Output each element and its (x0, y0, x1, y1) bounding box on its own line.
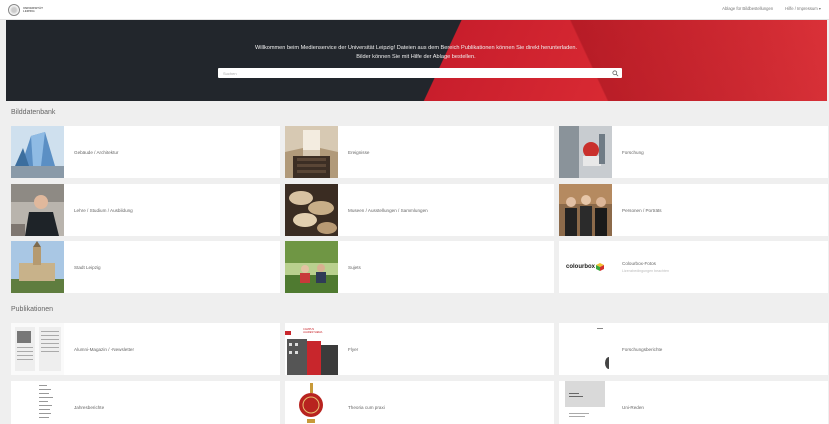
thumb-flyer: CAMPUS JAHRESTHEMA (285, 323, 338, 375)
help-imprint-menu[interactable]: Hilfe / Impressum ▾ (785, 6, 821, 11)
card-label: Colourbox-Fotos (622, 261, 656, 266)
category-card-gebaeude[interactable]: Gebäude / Architektur (11, 126, 280, 178)
logo-text: UNIVERSITÄT LEIPZIG (23, 5, 44, 13)
thumb-uni-reden (559, 381, 612, 424)
top-bar: UNIVERSITÄT LEIPZIG Ablage für Bildbeste… (0, 0, 829, 20)
colourbox-logo: colourbox (559, 241, 612, 293)
top-links: Ablage für Bildbestellungen Hilfe / Impr… (722, 6, 821, 11)
thumb-jahresberichte (11, 381, 64, 424)
publication-card-forschungsberichte[interactable]: Forschungsberichte (559, 323, 828, 375)
category-card-museen[interactable]: Museen / Ausstellungen / Sammlungen (285, 184, 554, 236)
seal-icon (8, 4, 20, 16)
category-card-lehre[interactable]: Lehre / Studium / Ausbildung (11, 184, 280, 236)
publication-card-uni-reden[interactable]: Uni-Reden (559, 381, 828, 424)
card-label: Personen / Porträts (622, 207, 662, 213)
section-title-bilddatenbank: Bilddatenbank (11, 109, 56, 116)
thumb-sujets (285, 241, 338, 293)
category-card-personen[interactable]: Personen / Porträts (559, 184, 828, 236)
search-placeholder: Suchen (223, 70, 237, 76)
welcome-text: Willkommen beim Medienservice der Univer… (166, 44, 666, 62)
card-label: Flyer (348, 346, 359, 352)
order-basket-link[interactable]: Ablage für Bildbestellungen (722, 6, 773, 11)
card-label: Theoria cum praxi (348, 404, 385, 410)
category-card-ereignisse[interactable]: Ereignisse (285, 126, 554, 178)
welcome-line-1: Willkommen beim Medienservice der Univer… (254, 45, 578, 51)
section-title-publikationen: Publikationen (11, 306, 54, 313)
card-label: Ereignisse (348, 149, 370, 155)
hero-banner: Willkommen beim Medienservice der Univer… (6, 20, 827, 101)
card-label: Gebäude / Architektur (74, 149, 119, 155)
card-label: Museen / Ausstellungen / Sammlungen (348, 207, 428, 213)
thumb-gebaeude (11, 126, 64, 178)
card-label: Alumni-Magazin / -Newsletter (74, 346, 134, 352)
category-card-stadt-leipzig[interactable]: Stadt Leipzig (11, 241, 280, 293)
colourbox-cube-icon (596, 263, 604, 271)
publication-card-theoria[interactable]: Theoria cum praxi (285, 381, 554, 424)
category-card-forschung[interactable]: Forschung (559, 126, 828, 178)
card-sublabel: Lizenzbedingungen beachten (622, 269, 669, 273)
colourbox-logo-text: colourbox (565, 264, 595, 270)
card-label: Sujets (348, 264, 361, 270)
thumb-forschung (559, 126, 612, 178)
thumb-museen (285, 184, 338, 236)
thumb-theoria (285, 381, 338, 424)
publication-card-flyer[interactable]: CAMPUS JAHRESTHEMA Flyer (285, 323, 554, 375)
thumb-stadt-leipzig (11, 241, 64, 293)
thumb-personen (559, 184, 612, 236)
card-label: Lehre / Studium / Ausbildung (74, 207, 133, 213)
welcome-line-2: Bilder können Sie mit Hilfe der Ablage b… (356, 54, 476, 60)
card-label: Forschungsberichte (622, 346, 663, 352)
card-label: Stadt Leipzig (74, 264, 101, 270)
publication-card-jahresberichte[interactable]: Jahresberichte (11, 381, 280, 424)
university-logo[interactable]: UNIVERSITÄT LEIPZIG (8, 4, 44, 16)
thumb-lehre (11, 184, 64, 236)
category-card-sujets[interactable]: Sujets (285, 241, 554, 293)
card-label: Jahresberichte (74, 404, 105, 410)
category-card-colourbox[interactable]: colourbox Colourbox-Fotos Lizenzbedingun… (559, 241, 828, 293)
thumb-ereignisse (285, 126, 338, 178)
card-label: Forschung (622, 149, 644, 155)
search-icon[interactable] (612, 69, 619, 77)
search-input[interactable]: Suchen (218, 68, 622, 78)
publication-card-alumni[interactable]: Alumni-Magazin / -Newsletter (11, 323, 280, 375)
card-label: Uni-Reden (622, 404, 644, 410)
flyer-cover-text: CAMPUS JAHRESTHEMA (303, 328, 323, 334)
thumb-alumni (11, 323, 64, 375)
thumb-forschungsberichte (559, 323, 612, 375)
